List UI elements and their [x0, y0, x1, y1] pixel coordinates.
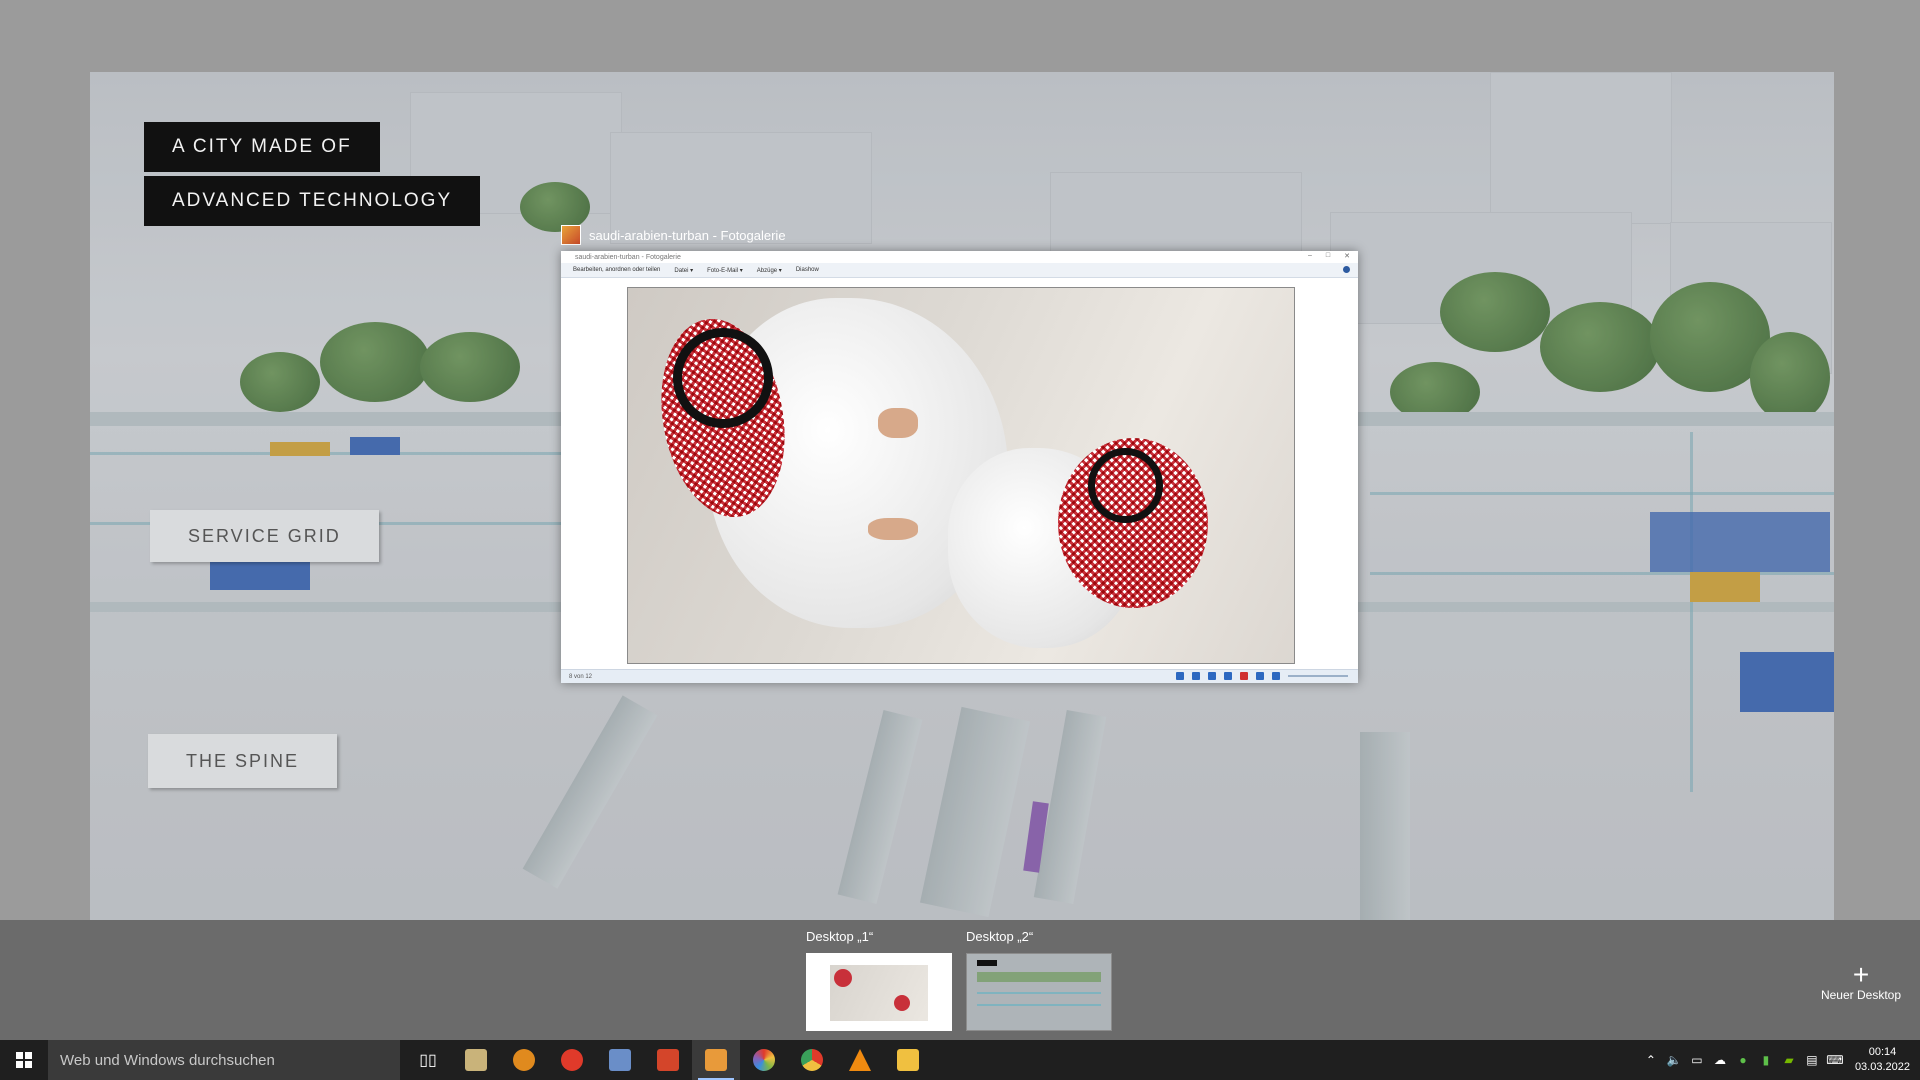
taskbar-app-chrome[interactable]	[788, 1040, 836, 1080]
displayed-photo	[627, 287, 1295, 664]
taskbar-app-adobe[interactable]	[644, 1040, 692, 1080]
taskbar-app-picasa[interactable]	[740, 1040, 788, 1080]
vlc-icon	[849, 1049, 871, 1071]
window-statusbar: 8 von 12	[561, 669, 1358, 683]
clock[interactable]: 00:14 03.03.2022	[1855, 1045, 1910, 1075]
opera-icon	[561, 1049, 583, 1071]
taskbar-app-file-explorer[interactable]	[452, 1040, 500, 1080]
slideshow-icon[interactable]	[1256, 672, 1264, 680]
window-titlebar: saudi-arabien-turban - Fotogalerie – □ ✕	[561, 251, 1358, 263]
window-caption-title: saudi-arabien-turban - Fotogalerie	[589, 227, 786, 243]
app-orange-icon	[513, 1049, 535, 1071]
search-input[interactable]: Web und Windows durchsuchen	[48, 1040, 400, 1080]
actual-size-icon[interactable]	[1272, 672, 1280, 680]
taskbar-app-image[interactable]	[596, 1040, 644, 1080]
menu-photo-email[interactable]: Foto-E-Mail ▾	[707, 267, 743, 274]
city-made-of-label: A CITY MADE OF	[144, 122, 380, 172]
first-photo-icon[interactable]	[1176, 672, 1184, 680]
photo-gallery-icon	[561, 225, 581, 245]
new-desktop-label: Neuer Desktop	[1820, 988, 1902, 1002]
network-icon[interactable]: ▭	[1690, 1053, 1704, 1067]
close-icon[interactable]: ✕	[1344, 252, 1350, 260]
the-spine-label: THE SPINE	[148, 734, 338, 788]
advanced-technology-label: ADVANCED TECHNOLOGY	[144, 176, 481, 226]
minimize-icon[interactable]: –	[1308, 252, 1312, 260]
start-button[interactable]	[0, 1040, 48, 1080]
security-check-icon[interactable]: ●	[1736, 1053, 1750, 1067]
next-photo-icon[interactable]	[1192, 672, 1200, 680]
folder-icon	[897, 1049, 919, 1071]
menu-prints[interactable]: Abzüge ▾	[757, 267, 782, 274]
taskbar-app-folder[interactable]	[884, 1040, 932, 1080]
system-tray: ⌃ 🔈 ▭ ☁ ● ▮ ▰ ▤ ⌨ 00:14 03.03.2022	[1644, 1040, 1920, 1080]
photo-gallery-window-preview[interactable]: saudi-arabien-turban - Fotogalerie – □ ✕…	[561, 251, 1358, 683]
new-desktop-button[interactable]: + Neuer Desktop	[1816, 959, 1906, 1003]
app-tray-icon[interactable]: ▮	[1759, 1053, 1773, 1067]
plus-icon: +	[1852, 959, 1870, 990]
photo-gallery-icon	[705, 1049, 727, 1071]
windows-logo-icon	[16, 1052, 32, 1068]
keyboard-icon[interactable]: ⌨	[1826, 1053, 1843, 1067]
taskbar: Web und Windows durchsuchen ▯▯	[0, 1040, 1920, 1080]
adobe-icon	[657, 1049, 679, 1071]
action-center-icon[interactable]: ▤	[1805, 1053, 1819, 1067]
desktop-1-label: Desktop „1“	[806, 929, 874, 944]
desktop-2-label: Desktop „2“	[966, 929, 1034, 944]
chrome-icon	[801, 1049, 823, 1071]
window-inner-title: saudi-arabien-turban - Fotogalerie	[575, 253, 681, 261]
clock-date: 03.03.2022	[1854, 1061, 1910, 1073]
window-menubar: Bearbeiten, anordnen oder teilen Datei ▾…	[561, 263, 1358, 278]
task-view-icon: ▯▯	[419, 1052, 437, 1069]
menu-file[interactable]: Datei ▾	[674, 267, 693, 274]
taskbar-app-photo-gallery[interactable]	[692, 1040, 740, 1080]
menu-slideshow[interactable]: Diashow	[796, 267, 819, 273]
clock-time: 00:14	[1868, 1046, 1897, 1058]
virtual-desktops-strip	[0, 920, 1920, 1040]
service-grid-label: SERVICE GRID	[150, 510, 379, 562]
task-view-button[interactable]: ▯▯	[404, 1040, 452, 1080]
rotate-right-icon[interactable]	[1224, 672, 1232, 680]
desktop-1-thumbnail[interactable]	[806, 953, 952, 1031]
rotate-left-icon[interactable]	[1208, 672, 1216, 680]
zoom-slider[interactable]	[1288, 675, 1348, 677]
maximize-icon[interactable]: □	[1326, 252, 1330, 260]
file-explorer-icon	[465, 1049, 487, 1071]
taskbar-app-vlc[interactable]	[836, 1040, 884, 1080]
menu-edit-organize[interactable]: Bearbeiten, anordnen oder teilen	[573, 267, 660, 273]
desktop-2-thumbnail[interactable]	[966, 953, 1112, 1031]
window-preview-caption[interactable]: saudi-arabien-turban - Fotogalerie	[561, 224, 786, 246]
delete-icon[interactable]	[1240, 672, 1248, 680]
taskbar-app-orange[interactable]	[500, 1040, 548, 1080]
photo-position-text: 8 von 12	[569, 673, 593, 680]
chevron-up-icon[interactable]: ⌃	[1644, 1053, 1658, 1067]
help-icon[interactable]	[1343, 266, 1350, 273]
search-placeholder: Web und Windows durchsuchen	[60, 1051, 275, 1069]
image-app-icon	[609, 1049, 631, 1071]
picasa-icon	[753, 1049, 775, 1071]
taskbar-app-opera[interactable]	[548, 1040, 596, 1080]
volume-icon[interactable]: 🔈	[1666, 1053, 1681, 1067]
nvidia-icon[interactable]: ▰	[1782, 1053, 1796, 1067]
onedrive-icon[interactable]: ☁	[1713, 1053, 1727, 1067]
